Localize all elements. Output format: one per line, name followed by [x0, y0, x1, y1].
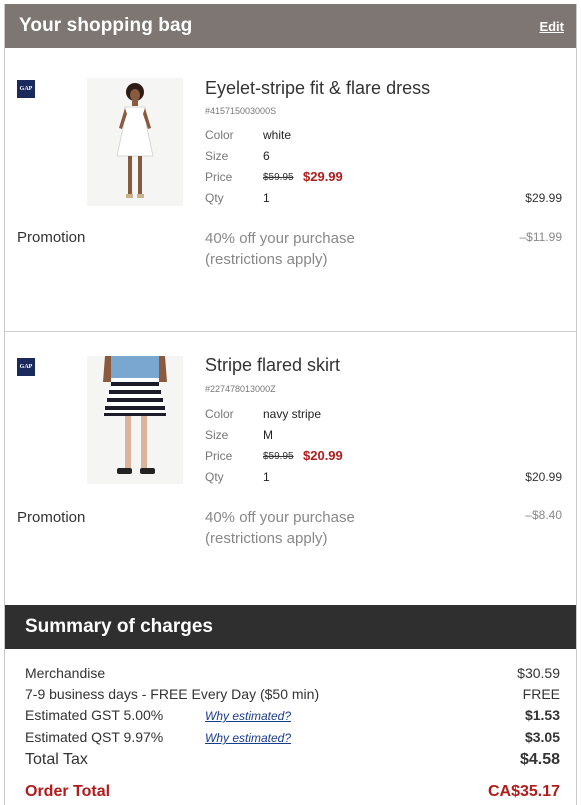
line-total: $29.99	[525, 191, 562, 205]
shipping-label: 7-9 business days - FREE Every Day ($50 …	[25, 686, 320, 702]
product-name[interactable]: Stripe flared skirt	[205, 355, 340, 376]
promotion-amount: –$8.40	[525, 508, 562, 522]
promotion-amount: –$11.99	[519, 230, 563, 244]
dress-product-image[interactable]	[87, 78, 183, 206]
total-tax-label: Total Tax	[25, 751, 88, 768]
promotion-line-1: 40% off your purchase	[205, 230, 355, 247]
gst-label: Estimated GST 5.00%	[25, 707, 164, 723]
sale-price: $20.99	[303, 448, 343, 463]
line-total: $20.99	[525, 470, 562, 484]
bag-title: Your shopping bag	[19, 15, 193, 36]
size-label: Size	[205, 428, 229, 442]
qst-label: Estimated QST 9.97%	[25, 729, 164, 745]
bag-item: GAP Eyelet-stripe fit & flare dress #415…	[5, 48, 576, 330]
merchandise-label: Merchandise	[25, 665, 106, 681]
product-name[interactable]: Eyelet-stripe fit & flare dress	[205, 78, 430, 99]
size-label: Size	[205, 149, 229, 163]
order-total-label: Order Total	[25, 783, 111, 800]
merchandise-value: $30.59	[517, 665, 560, 681]
gap-logo-icon: GAP	[17, 358, 35, 376]
gst-value: $1.53	[524, 707, 560, 723]
original-price: $59.95	[263, 451, 294, 462]
qst-value: $3.05	[524, 729, 560, 745]
product-sku: #415715003000S	[205, 106, 277, 116]
promotion-label: Promotion	[17, 509, 86, 526]
skirt-product-image[interactable]	[87, 356, 183, 484]
promotion-line-1: 40% off your purchase	[205, 509, 355, 526]
summary-header: Summary of charges	[5, 605, 576, 649]
size-value: 6	[263, 149, 270, 163]
size-value: M	[263, 428, 273, 442]
color-label: Color	[205, 128, 234, 142]
order-total-value: CA$35.17	[487, 783, 560, 800]
qty-label: Qty	[205, 191, 224, 205]
summary-of-charges: Merchandise $30.59 7-9 business days - F…	[5, 649, 576, 805]
original-price: $59.95	[263, 172, 294, 183]
bag-item: GAP Stripe flared skirt #227478013000Z C…	[5, 331, 576, 607]
qty-value: 1	[263, 470, 270, 484]
promotion-line-2: (restrictions apply)	[205, 251, 328, 268]
total-tax-value: $4.58	[519, 751, 560, 768]
bag-header: Your shopping bag Edit	[5, 4, 576, 48]
product-sku: #227478013000Z	[205, 384, 276, 394]
promotion-line-2: (restrictions apply)	[205, 530, 328, 547]
sale-price: $29.99	[303, 169, 343, 184]
price-label: Price	[205, 170, 233, 184]
color-value: navy stripe	[263, 407, 322, 421]
edit-link[interactable]: Edit	[539, 19, 564, 34]
promotion-description: 40% off your purchase (restrictions appl…	[205, 507, 355, 549]
qst-why-estimated-link[interactable]: Why estimated?	[205, 731, 291, 745]
promotion-description: 40% off your purchase (restrictions appl…	[205, 228, 355, 270]
summary-title: Summary of charges	[25, 616, 213, 637]
shipping-value: FREE	[522, 686, 560, 702]
shopping-bag-panel: Your shopping bag Edit GAP Eyelet-stripe…	[4, 4, 577, 805]
color-value: white	[263, 128, 292, 142]
price-label: Price	[205, 449, 233, 463]
promotion-label: Promotion	[17, 229, 86, 246]
gap-logo-icon: GAP	[17, 80, 35, 98]
qty-value: 1	[263, 191, 270, 205]
color-label: Color	[205, 407, 234, 421]
qty-label: Qty	[205, 470, 224, 484]
gst-why-estimated-link[interactable]: Why estimated?	[205, 709, 291, 723]
